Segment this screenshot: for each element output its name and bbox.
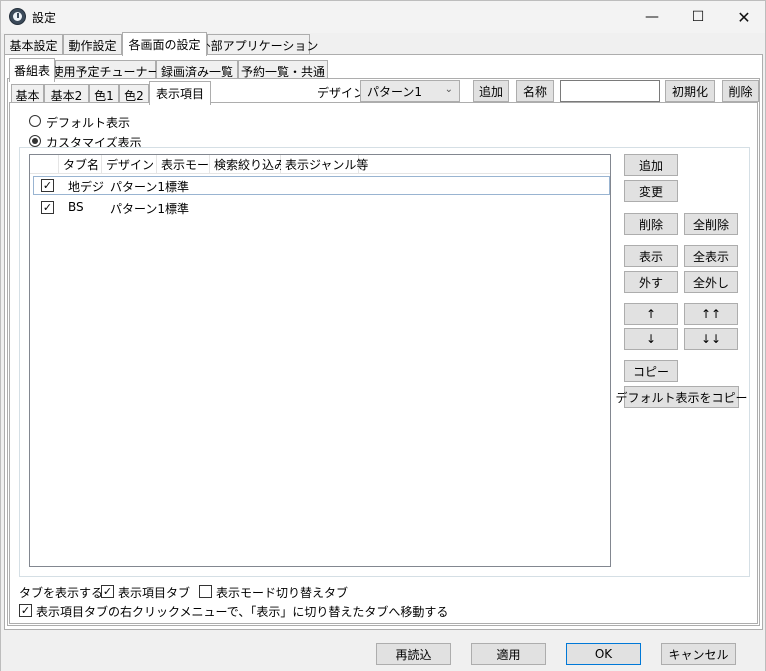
row-mode: 標準	[165, 180, 190, 194]
move-option-checkbox[interactable]: ✓	[19, 604, 32, 617]
copy-button[interactable]: コピー	[624, 360, 678, 382]
show-button[interactable]: 表示	[624, 245, 678, 267]
design-label: デザイン	[317, 86, 366, 100]
hide-button[interactable]: 外す	[624, 271, 678, 293]
row-tab-name: 地デジ	[68, 180, 105, 194]
close-button[interactable]: ✕	[721, 1, 766, 33]
show-tabs-label: タブを表示する	[19, 586, 104, 600]
move-top-button[interactable]: ↑↑	[684, 303, 738, 325]
chevron-down-icon: ⌄	[444, 84, 453, 95]
tab-program-guide[interactable]: 番組表	[9, 58, 55, 82]
default-display-radio[interactable]	[29, 115, 41, 127]
row-checkbox[interactable]: ✓	[41, 179, 54, 192]
ok-button[interactable]: OK	[566, 643, 641, 665]
title-bar: 設定 — ☐ ✕	[1, 1, 765, 33]
design-name-button[interactable]: 名称	[516, 80, 554, 102]
design-init-button[interactable]: 初期化	[665, 80, 715, 102]
column-check[interactable]	[30, 155, 59, 173]
design-add-button[interactable]: 追加	[473, 80, 509, 102]
mode-switch-tab-label: 表示モード切り替えタブ	[216, 586, 349, 600]
design-name-input[interactable]	[560, 80, 660, 102]
row-design: パターン1	[110, 180, 166, 194]
item-tab-label: 表示項目タブ	[118, 586, 191, 600]
tab-list[interactable]: タブ名 デザイン 表示モード 検索絞り込み 表示ジャンル等 ✓ 地デジ パターン…	[29, 154, 611, 567]
delete-button[interactable]: 削除	[624, 213, 678, 235]
cancel-button[interactable]: キャンセル	[661, 643, 736, 665]
show-all-button[interactable]: 全表示	[684, 245, 738, 267]
design-select[interactable]: パターン1 ⌄	[360, 80, 460, 102]
custom-display-radio[interactable]	[29, 135, 41, 147]
row-design: パターン1	[110, 202, 166, 216]
delete-all-button[interactable]: 全削除	[684, 213, 738, 235]
tab-basic-settings[interactable]: 基本設定	[4, 34, 63, 55]
mode-switch-tab-checkbox[interactable]	[199, 585, 212, 598]
window-title: 設定	[32, 11, 57, 25]
add-button[interactable]: 追加	[624, 154, 678, 176]
column-search-filter[interactable]: 検索絞り込み	[210, 155, 286, 173]
row-mode: 標準	[165, 202, 190, 216]
design-selected-value: パターン1	[367, 84, 423, 99]
change-button[interactable]: 変更	[624, 180, 678, 202]
tab-behavior-settings[interactable]: 動作設定	[63, 34, 122, 55]
default-display-label: デフォルト表示	[46, 116, 131, 130]
column-tab-name[interactable]: タブ名	[59, 155, 102, 173]
item-tab-checkbox[interactable]: ✓	[101, 585, 114, 598]
move-up-button[interactable]: ↑	[624, 303, 678, 325]
copy-default-button[interactable]: デフォルト表示をコピー	[616, 386, 748, 408]
tab-screen-settings[interactable]: 各画面の設定	[122, 32, 207, 56]
tab-inner-display-items[interactable]: 表示項目	[149, 81, 211, 105]
move-option-label: 表示項目タブの右クリックメニューで、「表示」に切り替えたタブへ移動する	[36, 605, 449, 619]
row-checkbox[interactable]: ✓	[41, 201, 54, 214]
settings-window: 設定 — ☐ ✕ 基本設定 動作設定 各画面の設定 外部アプリケーション 番組表…	[0, 0, 766, 671]
design-delete-button[interactable]: 削除	[722, 80, 759, 102]
minimize-button[interactable]: —	[629, 1, 675, 33]
clock-icon	[9, 8, 26, 25]
column-design[interactable]: デザイン	[102, 155, 157, 173]
column-display-mode[interactable]: 表示モード	[157, 155, 221, 173]
move-down-button[interactable]: ↓	[624, 328, 678, 350]
table-row[interactable]: ✓ BS パターン1 標準	[33, 198, 610, 217]
column-display-genre[interactable]: 表示ジャンル等	[281, 155, 368, 173]
table-row[interactable]: ✓ 地デジ パターン1 標準	[33, 176, 610, 195]
move-bottom-button[interactable]: ↓↓	[684, 328, 738, 350]
hide-all-button[interactable]: 全外し	[684, 271, 738, 293]
reload-button[interactable]: 再読込	[376, 643, 451, 665]
row-tab-name: BS	[68, 200, 84, 214]
apply-button[interactable]: 適用	[471, 643, 546, 665]
maximize-button[interactable]: ☐	[675, 1, 721, 33]
tab-external-apps[interactable]: 外部アプリケーション	[199, 34, 318, 55]
